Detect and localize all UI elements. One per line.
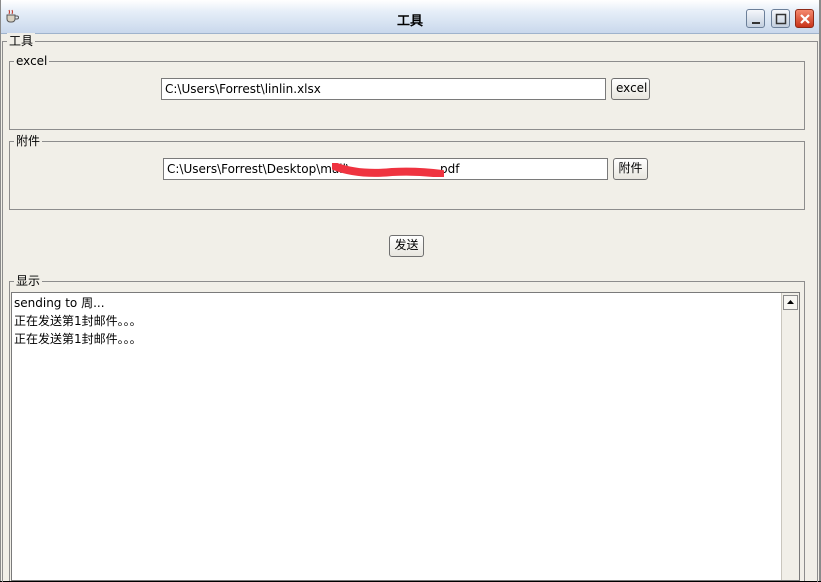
attachment-group-legend: 附件: [14, 133, 43, 149]
scroll-up-button[interactable]: [783, 295, 798, 310]
maximize-icon: [775, 13, 787, 25]
log-output-area[interactable]: sending to 周... 正在发送第1封邮件。。。 正在发送第1封邮件。。…: [11, 292, 800, 581]
minimize-icon: [752, 22, 760, 24]
vertical-scrollbar[interactable]: [781, 293, 799, 580]
maximize-button[interactable]: [771, 9, 790, 28]
app-window: 工具 工具 excel C:\Users\Forrest\linlin.xlsx…: [0, 0, 821, 582]
log-line: 正在发送第1封邮件。。。: [14, 314, 142, 328]
minimize-button[interactable]: [746, 9, 765, 28]
attachment-path-prefix: C:\Users\Forrest\Desktop\mail\: [167, 162, 350, 176]
close-icon: [800, 14, 810, 24]
excel-path-field[interactable]: C:\Users\Forrest\linlin.xlsx: [161, 78, 606, 100]
arrow-up-icon: [787, 300, 794, 304]
log-line: 正在发送第1封邮件。。。: [14, 332, 142, 346]
title-bar[interactable]: 工具: [1, 0, 819, 34]
window-title: 工具: [396, 14, 423, 29]
display-group-legend: 显示: [14, 273, 43, 289]
close-button[interactable]: [795, 9, 814, 28]
send-button[interactable]: 发送: [389, 235, 424, 257]
excel-group-legend: excel: [14, 53, 50, 69]
log-line: sending to 周...: [14, 296, 105, 310]
main-group-legend: 工具: [7, 33, 36, 49]
attachment-browse-button[interactable]: 附件: [613, 158, 648, 180]
attachment-path-field[interactable]: C:\Users\Forrest\Desktop\mail\ pdf: [163, 158, 608, 180]
excel-browse-button[interactable]: excel: [611, 78, 650, 100]
redaction-mark: [332, 163, 444, 177]
